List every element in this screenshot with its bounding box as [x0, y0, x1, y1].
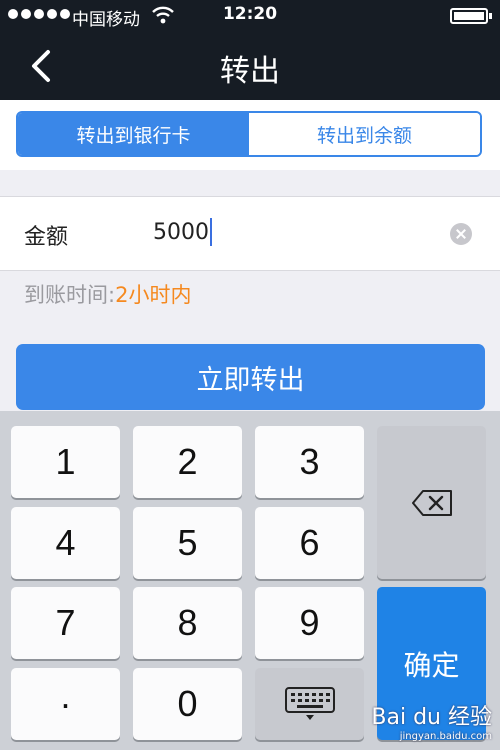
arrival-time-label: 到账时间: — [24, 283, 116, 307]
tab-to-bank-card[interactable]: 转出到银行卡 — [18, 113, 249, 155]
watermark-url: jingyan.baidu.com — [399, 731, 492, 742]
baidu-jingyan-watermark: Bai du 经验 jingyan.baidu.com — [371, 699, 492, 742]
key-8[interactable]: 8 — [133, 587, 242, 659]
page-title: 转出 — [220, 54, 280, 89]
key-9[interactable]: 9 — [255, 587, 364, 659]
delete-key[interactable] — [377, 426, 486, 579]
amount-label: 金额 — [24, 225, 69, 250]
hide-keyboard-key[interactable] — [255, 668, 364, 740]
amount-field-row[interactable]: 金额 5000 — [0, 196, 500, 271]
status-bar: 中国移动 12:20 — [0, 0, 500, 32]
key-5[interactable]: 5 — [133, 507, 242, 579]
amount-value: 5000 — [153, 219, 209, 245]
battery-icon — [450, 8, 492, 24]
key-decimal-point[interactable]: · — [11, 668, 120, 740]
key-4[interactable]: 4 — [11, 507, 120, 579]
key-6[interactable]: 6 — [255, 507, 364, 579]
key-2[interactable]: 2 — [133, 426, 242, 498]
transfer-type-section: 转出到银行卡 转出到余额 — [0, 100, 500, 170]
transfer-type-segmented-control: 转出到银行卡 转出到余额 — [16, 111, 482, 157]
key-3[interactable]: 3 — [255, 426, 364, 498]
clear-icon[interactable] — [450, 223, 472, 245]
transfer-now-button[interactable]: 立即转出 — [16, 344, 485, 410]
keyboard-hide-icon — [284, 687, 335, 720]
backspace-icon — [411, 489, 452, 516]
arrival-time-note: 到账时间:2小时内 — [24, 279, 191, 309]
watermark-brand: Bai du 经验 — [371, 705, 492, 730]
clock: 12:20 — [222, 4, 278, 24]
key-7[interactable]: 7 — [11, 587, 120, 659]
numeric-keyboard: 1 2 3 4 5 6 7 8 9 · 0 确定 Bai du 经验 jingy… — [0, 411, 500, 750]
text-caret — [210, 218, 212, 246]
key-0[interactable]: 0 — [133, 668, 242, 740]
tab-to-balance[interactable]: 转出到余额 — [249, 113, 480, 155]
arrival-time-value: 2小时内 — [115, 283, 192, 307]
key-1[interactable]: 1 — [11, 426, 120, 498]
navigation-bar: 转出 — [0, 32, 500, 100]
amount-input[interactable]: 5000 — [153, 218, 212, 246]
